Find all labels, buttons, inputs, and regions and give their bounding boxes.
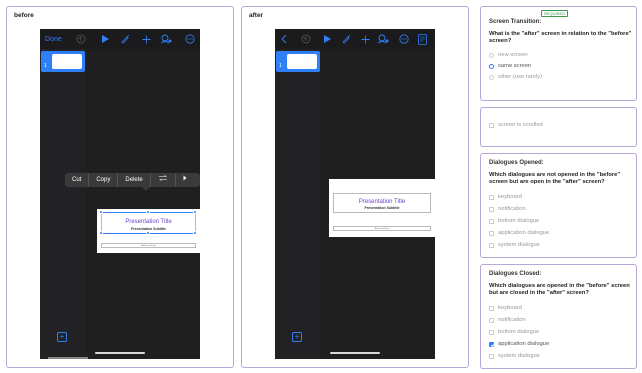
section-question: Which dialogues are not opened in the "b… <box>489 172 621 185</box>
delete-menu-item[interactable]: Delete <box>118 173 151 187</box>
section-heading: Dialogues Opened: <box>489 160 544 166</box>
slide-navigator: 1 + <box>275 49 321 359</box>
play-icon[interactable] <box>323 32 332 46</box>
radio-icon[interactable] <box>489 52 494 58</box>
footer-box[interactable]: Author and Date <box>333 226 431 231</box>
section-heading: Dialogues Closed: <box>489 271 542 277</box>
checkbox-checked-icon[interactable] <box>489 341 494 347</box>
slide-canvas[interactable] <box>86 49 200 359</box>
slide-thumbnail-selected[interactable]: 1 <box>276 51 320 72</box>
checkbox-icon[interactable] <box>489 230 494 236</box>
brush-icon[interactable] <box>341 32 351 46</box>
after-phone-screen: 1 + Presentation Title Presentation Subt… <box>275 29 435 359</box>
option-application-dialogue[interactable]: application dialogue <box>489 230 549 236</box>
option-other[interactable]: other (use rarely) <box>489 74 542 80</box>
play-icon[interactable] <box>101 32 110 46</box>
option-system-dialogue[interactable]: system dialogue <box>489 353 540 359</box>
more-icon[interactable] <box>185 32 195 46</box>
section-heading: Screen Transition: <box>489 19 542 25</box>
collaborate-icon[interactable] <box>160 32 172 46</box>
footer-box[interactable]: Author and Date <box>101 243 196 248</box>
document-icon[interactable] <box>418 32 427 46</box>
option-bottom-dialogue[interactable]: bottom dialogue <box>489 329 539 335</box>
resize-handle[interactable] <box>193 210 197 214</box>
before-title: before <box>14 12 34 19</box>
more-icon[interactable] <box>399 32 409 46</box>
resize-handle[interactable] <box>193 231 197 235</box>
resize-handle[interactable] <box>146 210 150 214</box>
dialogues-opened-section: Dialogues Opened: Which dialogues are no… <box>480 153 637 258</box>
checkbox-icon[interactable] <box>489 305 494 311</box>
after-title: after <box>249 12 264 19</box>
resize-handle[interactable] <box>99 231 103 235</box>
dialogues-closed-section: Dialogues Closed: Which dialogues are op… <box>480 264 637 369</box>
radio-selected-icon[interactable] <box>489 63 494 69</box>
slide-title: Presentation Title <box>358 199 406 205</box>
slide-thumbnail <box>52 54 82 69</box>
option-new-screen[interactable]: new screen <box>489 52 528 58</box>
copy-menu-item[interactable]: Copy <box>89 173 119 187</box>
context-menu: Cut Copy Delete <box>65 173 200 187</box>
slide-subtitle: Presentation Subtitle <box>364 206 400 210</box>
checkbox-icon[interactable] <box>489 329 494 335</box>
back-chevron-icon[interactable] <box>281 32 287 46</box>
thumb-number: 1 <box>44 63 47 69</box>
checkbox-icon[interactable] <box>489 194 494 200</box>
resize-handle[interactable] <box>146 231 150 235</box>
section-question: What is the "after" screen in relation t… <box>489 31 632 44</box>
option-notification[interactable]: notification <box>489 206 526 212</box>
context-menu-caret <box>142 187 150 191</box>
undo-icon[interactable] <box>76 32 86 46</box>
slide-footer: Author and Date <box>374 228 390 230</box>
checkbox-icon[interactable] <box>489 317 494 323</box>
toolbar: Done <box>40 29 200 49</box>
undo-icon[interactable] <box>301 32 311 46</box>
title-box[interactable]: Presentation Title Presentation Subtitle <box>333 193 431 213</box>
slide-thumbnail <box>287 54 317 69</box>
scroll-section: screen is scrolled <box>480 107 637 147</box>
checkbox-icon[interactable] <box>489 122 494 128</box>
section-question: Which dialogues are opened in the "befor… <box>489 283 630 296</box>
before-panel: before Done 1 + Presentation Title Prese… <box>6 6 234 368</box>
option-same-screen[interactable]: same screen <box>489 63 531 69</box>
checkbox-icon[interactable] <box>489 206 494 212</box>
option-keyboard[interactable]: keyboard <box>489 194 522 200</box>
add-slide-icon[interactable]: + <box>292 332 302 342</box>
slide-navigator: 1 + <box>40 49 86 359</box>
option-application-dialogue[interactable]: application dialogue <box>489 341 549 347</box>
slide-preview[interactable]: Presentation Title Presentation Subtitle… <box>97 209 200 253</box>
slide-thumbnail-selected[interactable]: 1 <box>41 51 85 72</box>
add-icon[interactable] <box>142 32 151 46</box>
checkbox-icon[interactable] <box>489 242 494 248</box>
option-keyboard[interactable]: keyboard <box>489 305 522 311</box>
option-system-dialogue[interactable]: system dialogue <box>489 242 540 248</box>
cut-menu-item[interactable]: Cut <box>65 173 90 187</box>
after-panel: after 1 + Presentation Title Presentatio… <box>241 6 469 368</box>
slide-preview[interactable]: Presentation Title Presentation Subtitle… <box>329 179 435 237</box>
add-slide-icon[interactable]: + <box>57 332 67 342</box>
slide-footer: Author and Date <box>141 245 156 247</box>
required-badge: REQUIRED <box>541 10 569 17</box>
before-phone-screen: Done 1 + Presentation Title Presentation… <box>40 29 200 359</box>
option-bottom-dialogue[interactable]: bottom dialogue <box>489 218 539 224</box>
home-indicator <box>95 352 145 354</box>
checkbox-icon[interactable] <box>489 353 494 359</box>
collaborate-icon[interactable] <box>377 32 389 46</box>
done-button[interactable]: Done <box>45 32 62 46</box>
resize-handle[interactable] <box>99 210 103 214</box>
toolbar <box>275 29 435 49</box>
brush-icon[interactable] <box>120 32 130 46</box>
option-screen-scrolled[interactable]: screen is scrolled <box>489 122 543 128</box>
swap-menu-icon[interactable] <box>151 173 176 187</box>
checkbox-icon[interactable] <box>489 218 494 224</box>
scroll-indicator <box>48 357 88 359</box>
radio-icon[interactable] <box>489 74 494 80</box>
more-menu-arrow-icon[interactable] <box>176 173 194 187</box>
slide-title: Presentation Title <box>125 219 172 225</box>
add-icon[interactable] <box>361 32 370 46</box>
screen-transition-section: REQUIRED Screen Transition: What is the … <box>480 6 637 101</box>
thumb-number: 1 <box>279 63 282 69</box>
home-indicator <box>330 352 380 354</box>
option-notification[interactable]: notification <box>489 317 526 323</box>
